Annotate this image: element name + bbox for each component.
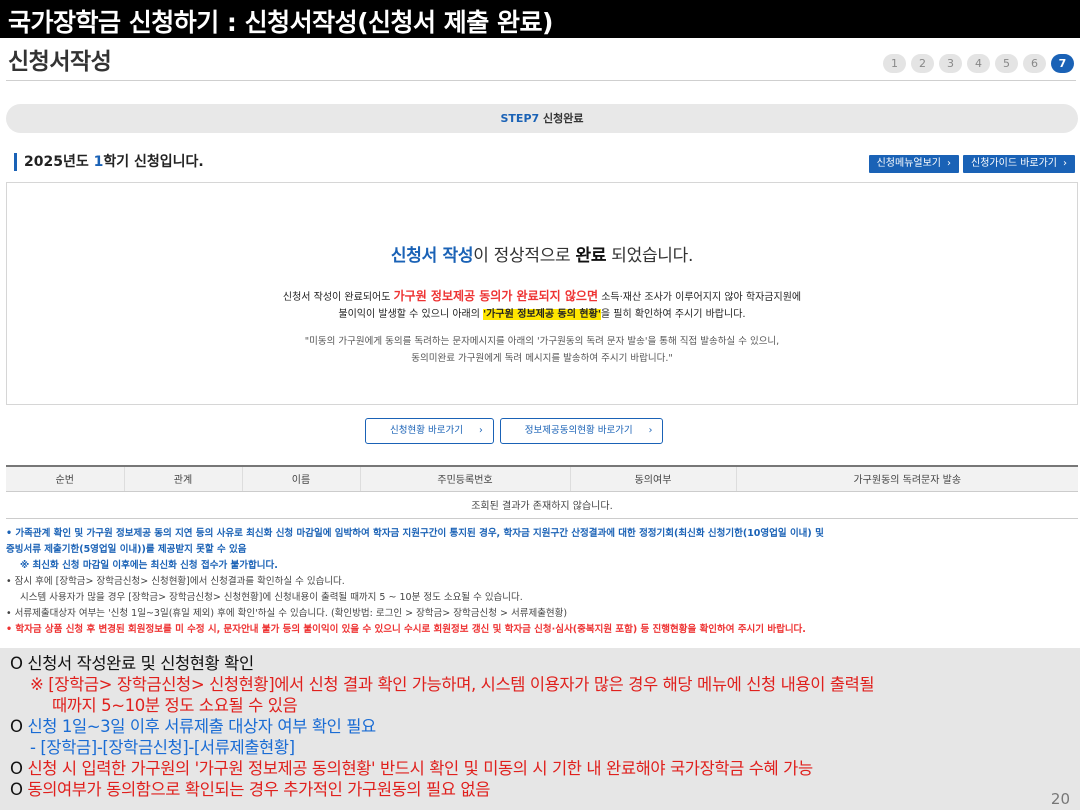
warning-line-2-a: 불이익이 발생할 수 있으니 아래의	[338, 309, 484, 320]
summary-line: O 신청 시 입력한 가구원의 '가구원 정보제공 동의현황' 반드시 확인 및…	[10, 758, 1080, 779]
summary-text: 신청 1일~3일 이후 서류제출 대상자 여부 확인 필요	[27, 717, 376, 736]
summary-line: 때까지 5~10분 정도 소요될 수 있음	[52, 696, 298, 715]
warning-line-2-highlight: '가구원 정보제공 동의 현황'	[483, 309, 601, 320]
step-6: 6	[1023, 54, 1046, 73]
consent-shortcut-button[interactable]: 정보제공동의현황 바로가기 ›	[499, 418, 664, 444]
warning-line-2-b: 을 필히 확인하여 주시기 바랍니다.	[600, 309, 746, 320]
note-line-1: "미동의 가구원에게 동의를 독려하는 문자메시지를 아래의 '가구원동의 독려…	[304, 336, 780, 347]
step-bar-step: STEP7	[500, 112, 540, 125]
notice-item-cont: 시스템 사용자가 많을 경우 [장학금> 장학금신청> 신청현황]에 신청내용이…	[20, 592, 523, 603]
notice-item-note: ※ 최신화 신청 마감일 이후에는 최신화 신청 접수가 불가합니다.	[20, 560, 278, 571]
empty-result-message: 조회된 결과가 존재하지 않습니다.	[6, 491, 1078, 519]
headline-part-d: 되었습니다.	[606, 246, 694, 266]
headline-part-a: 신청서 작성	[390, 246, 474, 266]
warning-line-1-b: 소득·재산 조사가 이루어지지 않아 학자금지원에	[598, 292, 802, 303]
step-7-active: 7	[1051, 54, 1074, 73]
status-shortcut-label: 신청현황 바로가기	[390, 425, 463, 436]
semester-term-suffix: 학기 신청입니다.	[103, 154, 204, 170]
step-indicator: 1 2 3 4 5 6 7	[883, 54, 1074, 73]
summary-line: O 신청서 작성완료 및 신청현황 확인	[10, 654, 254, 673]
step-bar-label: 신청완료	[543, 112, 584, 125]
summary-text: 동의여부가 동의함으로 확인되는 경우 추가적인 가구원동의 필요 없음	[27, 780, 490, 799]
notice-item: • 잠시 후에 [장학금> 장학금신청> 신청현황]에서 신청결과를 확인하실 …	[6, 576, 345, 587]
column-header: 관계	[123, 465, 242, 492]
completion-message-box: 신청서 작성이 정상적으로 완료 되었습니다. 신청서 작성이 완료되어도 가구…	[6, 182, 1078, 405]
chevron-right-icon: ›	[1063, 158, 1067, 169]
step-5: 5	[995, 54, 1018, 73]
summary-text: 신청 시 입력한 가구원의 '가구원 정보제공 동의현황' 반드시 확인 및 미…	[27, 759, 813, 778]
step-bar: STEP7 신청완료	[6, 104, 1078, 133]
guide-button-label: 신청가이드 바로가기	[971, 158, 1057, 169]
chevron-right-icon: ›	[478, 425, 483, 436]
warning-line-2: 불이익이 발생할 수 있으니 아래의 '가구원 정보제공 동의 현황'을 필히 …	[7, 306, 1077, 323]
column-header: 가구원동의 독려문자 발송	[735, 465, 1078, 492]
summary-panel: O 신청서 작성완료 및 신청현황 확인 ※ [장학금> 장학금신청> 신청현황…	[0, 648, 1080, 810]
warning-line-1: 신청서 작성이 완료되어도 가구원 정보제공 동의가 완료되지 않으면 소득·재…	[7, 288, 1077, 306]
semester-year: 2025	[24, 154, 63, 170]
semester-term: 1	[93, 154, 104, 170]
column-header: 동의여부	[569, 465, 736, 492]
summary-line: ※ [장학금> 장학금신청> 신청현황]에서 신청 결과 확인 가능하며, 시스…	[30, 675, 875, 694]
notice-item: • 가족관계 확인 및 가구원 정보제공 동의 지연 등의 사유로 최신화 신청…	[6, 528, 824, 539]
headline-part-c: 완료	[575, 246, 607, 266]
summary-line: - [장학금]-[장학금신청]-[서류제출현황]	[30, 738, 295, 757]
step-2: 2	[911, 54, 934, 73]
notice-item: • 서류제출대상자 여부는 '신청 1일~3일(휴일 제외) 후에 확인'하실 …	[6, 608, 568, 619]
summary-line: O 동의여부가 동의함으로 확인되는 경우 추가적인 가구원동의 필요 없음	[10, 779, 1080, 800]
top-button-group: 신청메뉴얼보기 › 신청가이드 바로가기 ›	[868, 155, 1075, 173]
guide-button[interactable]: 신청가이드 바로가기 ›	[963, 155, 1075, 173]
manual-button[interactable]: 신청메뉴얼보기 ›	[868, 155, 960, 173]
headline-part-b: 이 정상적으로	[473, 246, 576, 266]
chevron-right-icon: ›	[947, 158, 952, 169]
household-consent-table: 순번 관계 이름 주민등록번호 동의여부 가구원동의 독려문자 발송 조회된 결…	[6, 465, 1078, 519]
notice-item: • 학자금 상품 신청 후 변경된 회원정보를 미 수정 시, 문자안내 불가 …	[6, 624, 806, 635]
completion-headline: 신청서 작성이 정상적으로 완료 되었습니다.	[7, 241, 1077, 266]
bullet: O	[10, 780, 28, 799]
status-shortcut-button[interactable]: 신청현황 바로가기 ›	[365, 418, 494, 444]
title-divider	[6, 80, 1076, 81]
step-4: 4	[967, 54, 990, 73]
semester-heading: 2025년도 1학기 신청입니다.	[14, 153, 204, 171]
page-number: 20	[1050, 790, 1070, 808]
semester-year-suffix: 년도	[62, 154, 94, 170]
warning-line-1-red: 가구원 정보제공 동의가 완료되지 않으면	[393, 289, 599, 303]
page-title: 신청서작성	[8, 49, 112, 75]
column-header: 순번	[6, 465, 124, 492]
step-1: 1	[883, 54, 906, 73]
summary-line: O 신청 1일~3일 이후 서류제출 대상자 여부 확인 필요	[10, 716, 1080, 737]
shortcut-button-group: 신청현황 바로가기 › 정보제공동의현황 바로가기 ›	[365, 418, 664, 444]
manual-button-label: 신청메뉴얼보기	[876, 158, 942, 169]
table-row: 조회된 결과가 존재하지 않습니다.	[6, 491, 1078, 519]
column-header: 이름	[241, 465, 360, 492]
slide-title: 국가장학금 신청하기 : 신청서작성(신청서 제출 완료)	[0, 0, 1080, 38]
note-line-2: 동의미완료 가구원에게 독려 메시지를 발송하여 주시기 바랍니다."	[411, 353, 673, 364]
notice-item-cont: 증빙서류 제출기한(5영업일 이내))를 제공받지 못할 수 있음	[6, 544, 247, 555]
bullet: O	[10, 759, 28, 778]
consent-shortcut-label: 정보제공동의현황 바로가기	[524, 425, 633, 436]
warning-line-1-a: 신청서 작성이 완료되어도	[282, 292, 394, 303]
bullet: O	[10, 717, 28, 736]
chevron-right-icon: ›	[648, 425, 653, 436]
column-header: 주민등록번호	[359, 465, 570, 492]
notice-list: • 가족관계 확인 및 가구원 정보제공 동의 지연 등의 사유로 최신화 신청…	[6, 526, 1078, 638]
step-3: 3	[939, 54, 962, 73]
